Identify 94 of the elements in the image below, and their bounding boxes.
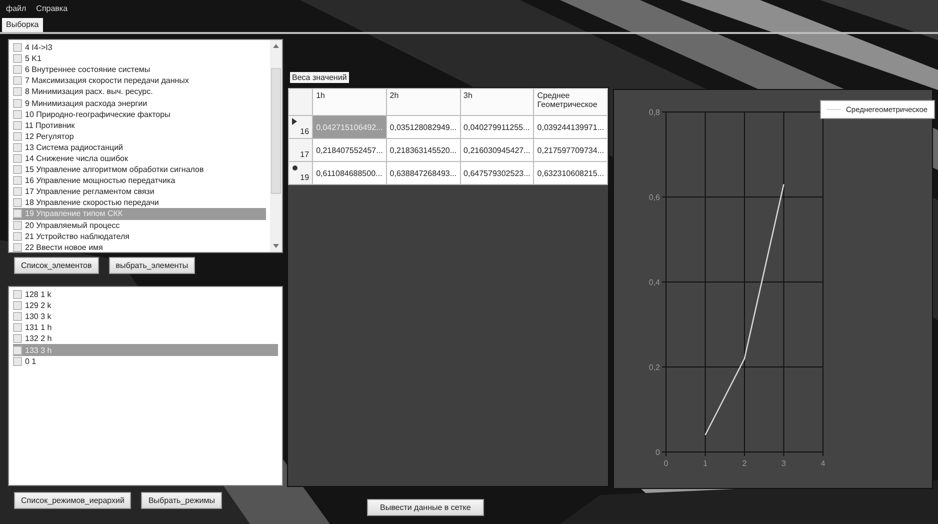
row-header[interactable]: 17 bbox=[288, 138, 313, 162]
row-header[interactable]: 16 bbox=[288, 116, 313, 138]
list-item[interactable]: 131 1 h bbox=[13, 322, 278, 334]
list-item[interactable]: 20 Управляемый процесс bbox=[13, 220, 266, 231]
list-item[interactable]: 14 Снижение числа ошибок bbox=[13, 152, 266, 164]
scroll-down-icon[interactable] bbox=[273, 244, 279, 248]
checkbox[interactable] bbox=[13, 98, 22, 108]
axis-tick-label: 0,4 bbox=[648, 278, 660, 287]
checkbox[interactable] bbox=[13, 346, 22, 355]
list-item[interactable]: 11 Противник bbox=[13, 120, 266, 131]
scrollbar[interactable] bbox=[270, 40, 282, 252]
column-header[interactable]: Среднее Геометрическое bbox=[534, 88, 608, 116]
checkbox[interactable] bbox=[13, 220, 22, 230]
checkbox[interactable] bbox=[13, 290, 22, 300]
checkbox[interactable] bbox=[13, 110, 22, 119]
table-cell: 0,632310608215... bbox=[534, 162, 608, 184]
list-item[interactable]: 6 Внутреннее состояние системы bbox=[13, 64, 266, 76]
list-item[interactable]: 13 Система радиостанций bbox=[13, 142, 266, 153]
axis-tick-label: 0,6 bbox=[648, 193, 660, 202]
checkbox[interactable] bbox=[13, 187, 22, 196]
list-item[interactable]: 21 Устройство наблюдателя bbox=[13, 230, 266, 242]
checkbox[interactable] bbox=[13, 356, 22, 366]
checkbox[interactable] bbox=[13, 120, 22, 130]
checkbox[interactable] bbox=[13, 165, 22, 174]
list-item[interactable]: 22 Ввести новое имя bbox=[13, 242, 266, 253]
axis-tick-label: 2 bbox=[742, 459, 747, 468]
checkbox[interactable] bbox=[13, 54, 22, 64]
list-item[interactable]: 128 1 k bbox=[13, 289, 278, 300]
table-cell: 0,039244139971... bbox=[534, 116, 608, 138]
row-header[interactable]: 19 bbox=[288, 162, 313, 184]
list-item[interactable]: 12 Регулятор bbox=[13, 130, 266, 142]
axis-tick-label: 0 bbox=[656, 448, 660, 457]
list-item[interactable]: 15 Управление алгоритмом обработки сигналов bbox=[13, 164, 266, 176]
list-item[interactable]: 5 K1 bbox=[13, 53, 266, 64]
list-item[interactable]: 8 Минимизация расх. выч. ресурс. bbox=[13, 86, 266, 98]
menu-item[interactable]: Справка bbox=[36, 4, 68, 18]
button[interactable]: Выбрать_режимы bbox=[141, 492, 222, 509]
column-header[interactable]: 2h bbox=[386, 88, 460, 116]
list-item[interactable]: 132 2 h bbox=[13, 333, 278, 344]
list-item[interactable]: 10 Природно-географические факторы bbox=[13, 108, 266, 120]
checkbox[interactable] bbox=[13, 142, 22, 152]
axis-tick-label: 0,8 bbox=[648, 108, 660, 117]
list-item[interactable]: 4 I4->I3 bbox=[13, 42, 266, 54]
axis-tick-label: 4 bbox=[820, 459, 826, 468]
list-item[interactable]: 130 3 k bbox=[13, 311, 278, 322]
checkbox[interactable] bbox=[13, 87, 22, 96]
table-cell: 0,042715106492... bbox=[312, 116, 386, 138]
checkbox[interactable] bbox=[13, 232, 22, 241]
checkbox[interactable] bbox=[13, 334, 22, 344]
list-item[interactable]: 18 Управление скоростью передачи bbox=[13, 197, 266, 208]
tab[interactable]: Выборка bbox=[2, 18, 43, 32]
legend-line-icon bbox=[827, 109, 841, 110]
button[interactable]: Список_режимов_иерархий bbox=[14, 492, 132, 509]
checkbox[interactable] bbox=[13, 65, 22, 74]
list-item[interactable]: 0 1 bbox=[13, 356, 278, 367]
checkbox[interactable] bbox=[13, 176, 22, 186]
table-cell: 0,217597709734... bbox=[534, 138, 608, 162]
axis-tick-label: 3 bbox=[782, 459, 786, 468]
list-item[interactable]: 17 Управление регламентом связи bbox=[13, 186, 266, 198]
checkbox[interactable] bbox=[13, 301, 22, 310]
column-header[interactable]: 3h bbox=[460, 88, 534, 116]
current-row-icon bbox=[292, 118, 297, 125]
checkbox[interactable] bbox=[13, 43, 22, 52]
axis-tick-label: 0,2 bbox=[648, 363, 660, 372]
table-cell: 0,218363145520... bbox=[386, 138, 460, 162]
new-row-icon bbox=[292, 165, 298, 171]
scroll-up-icon[interactable] bbox=[273, 44, 279, 48]
list-item[interactable]: 16 Управление мощностью передатчика bbox=[13, 175, 266, 186]
checkbox[interactable] bbox=[13, 242, 22, 252]
axis-tick-label: 0 bbox=[664, 459, 668, 468]
checkbox[interactable] bbox=[13, 312, 22, 322]
table-cell: 0,611084688500... bbox=[312, 162, 386, 184]
checkbox[interactable] bbox=[13, 198, 22, 208]
table-cell: 0,216030945427... bbox=[460, 138, 534, 162]
column-header[interactable]: 1h bbox=[312, 88, 386, 116]
checkbox[interactable] bbox=[13, 76, 22, 86]
table-cell: 0,218407552457... bbox=[312, 138, 386, 162]
checkbox[interactable] bbox=[13, 154, 22, 163]
table-cell: 0,040279911255... bbox=[460, 116, 534, 138]
list-item[interactable]: 7 Максимизация скорости передачи данных bbox=[13, 75, 266, 86]
menu-item[interactable]: файл bbox=[6, 4, 26, 18]
checkbox[interactable] bbox=[13, 323, 22, 332]
table-cell: 0,035128082949... bbox=[386, 116, 460, 138]
axis-tick-label: 1 bbox=[703, 459, 708, 468]
group-label: Веса значений bbox=[290, 72, 349, 83]
checkbox[interactable] bbox=[13, 132, 22, 141]
button[interactable]: выбрать_элементы bbox=[108, 257, 196, 274]
checkbox[interactable] bbox=[13, 209, 22, 218]
table-cell: 0,647579302523... bbox=[460, 162, 534, 184]
list-item[interactable]: 9 Минимизация расхода энергии bbox=[13, 97, 266, 109]
table-cell: 0,638847268493... bbox=[386, 162, 460, 184]
button[interactable]: Список_элементов bbox=[14, 257, 99, 274]
button[interactable]: Вывести данные в сетке bbox=[367, 499, 484, 516]
list-item[interactable]: 129 2 k bbox=[13, 300, 278, 312]
